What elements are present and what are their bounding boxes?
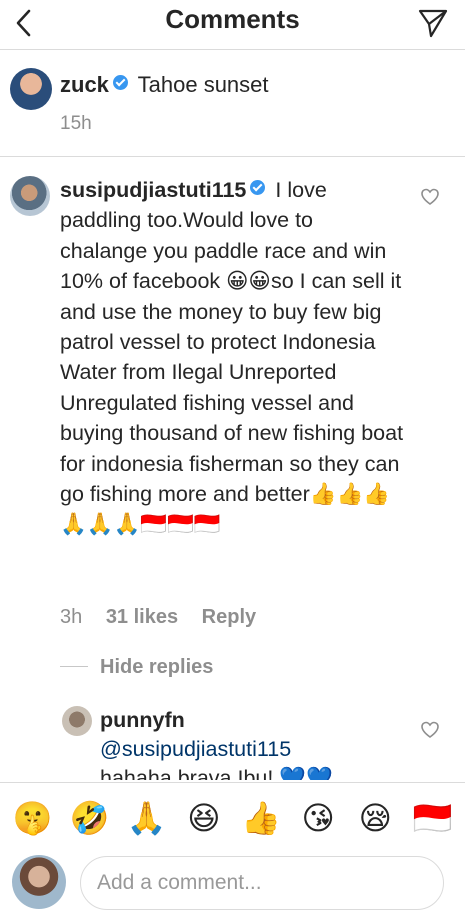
caption-timestamp: 15h (60, 113, 92, 134)
emoji-shush-button[interactable]: 🤫 (11, 796, 55, 840)
reply-item: punnyfn @susipudjiastuti115 hahaha brava… (0, 700, 465, 780)
emoji-rofl-button[interactable]: 🤣 (68, 796, 112, 840)
comment-input[interactable] (80, 856, 444, 910)
comment-text: susipudjiastuti115 I love paddling too.W… (60, 175, 405, 540)
reply-username[interactable]: punnyfn (100, 708, 185, 732)
emoji-thumbs-up-button[interactable]: 👍 (239, 796, 283, 840)
post-caption: zuck Tahoe sunset 15h (0, 51, 465, 157)
comment-body: I love paddling too.Would love to chalan… (60, 178, 404, 537)
comment-meta: 3h 31 likes Reply (60, 606, 274, 629)
emoji-laugh-button[interactable]: 😆 (182, 796, 226, 840)
like-heart-icon[interactable] (421, 721, 439, 739)
avatar[interactable] (62, 706, 92, 736)
avatar[interactable] (10, 68, 52, 110)
like-heart-icon[interactable] (421, 188, 439, 206)
direct-send-icon[interactable] (417, 7, 449, 39)
hide-replies-button[interactable]: Hide replies (60, 656, 213, 679)
comment-likes-count[interactable]: 31 likes (106, 606, 178, 628)
reply-mention[interactable]: @susipudjiastuti115 (100, 737, 291, 761)
page-title: Comments (165, 4, 300, 34)
divider (60, 666, 88, 667)
avatar (12, 855, 66, 909)
avatar[interactable] (10, 176, 50, 216)
reply-body: hahaha brava Ibu! 💙💙 (100, 766, 333, 780)
comment-username[interactable]: susipudjiastuti115 (60, 178, 246, 202)
reply-button[interactable]: Reply (202, 606, 256, 628)
emoji-quick-bar: 🤫 🤣 🙏 😆 👍 😘 😪 🇮🇩 (0, 782, 465, 852)
hide-replies-label: Hide replies (100, 656, 214, 678)
caption-username[interactable]: zuck (60, 72, 109, 97)
emoji-kiss-button[interactable]: 😘 (296, 796, 340, 840)
verified-badge-icon (112, 75, 128, 90)
verified-badge-icon (250, 180, 266, 195)
caption-body: Tahoe sunset (137, 72, 269, 97)
header: Comments (0, 0, 465, 50)
comment-input-bar (0, 852, 465, 922)
reply-text: punnyfn @susipudjiastuti115 hahaha brava… (100, 706, 400, 780)
caption-text: zuck Tahoe sunset (60, 71, 269, 99)
comment-timestamp: 3h (60, 606, 83, 628)
emoji-flag-button[interactable]: 🇮🇩 (410, 796, 454, 840)
emoji-pray-button[interactable]: 🙏 (125, 796, 169, 840)
emoji-sleepy-button[interactable]: 😪 (353, 796, 397, 840)
